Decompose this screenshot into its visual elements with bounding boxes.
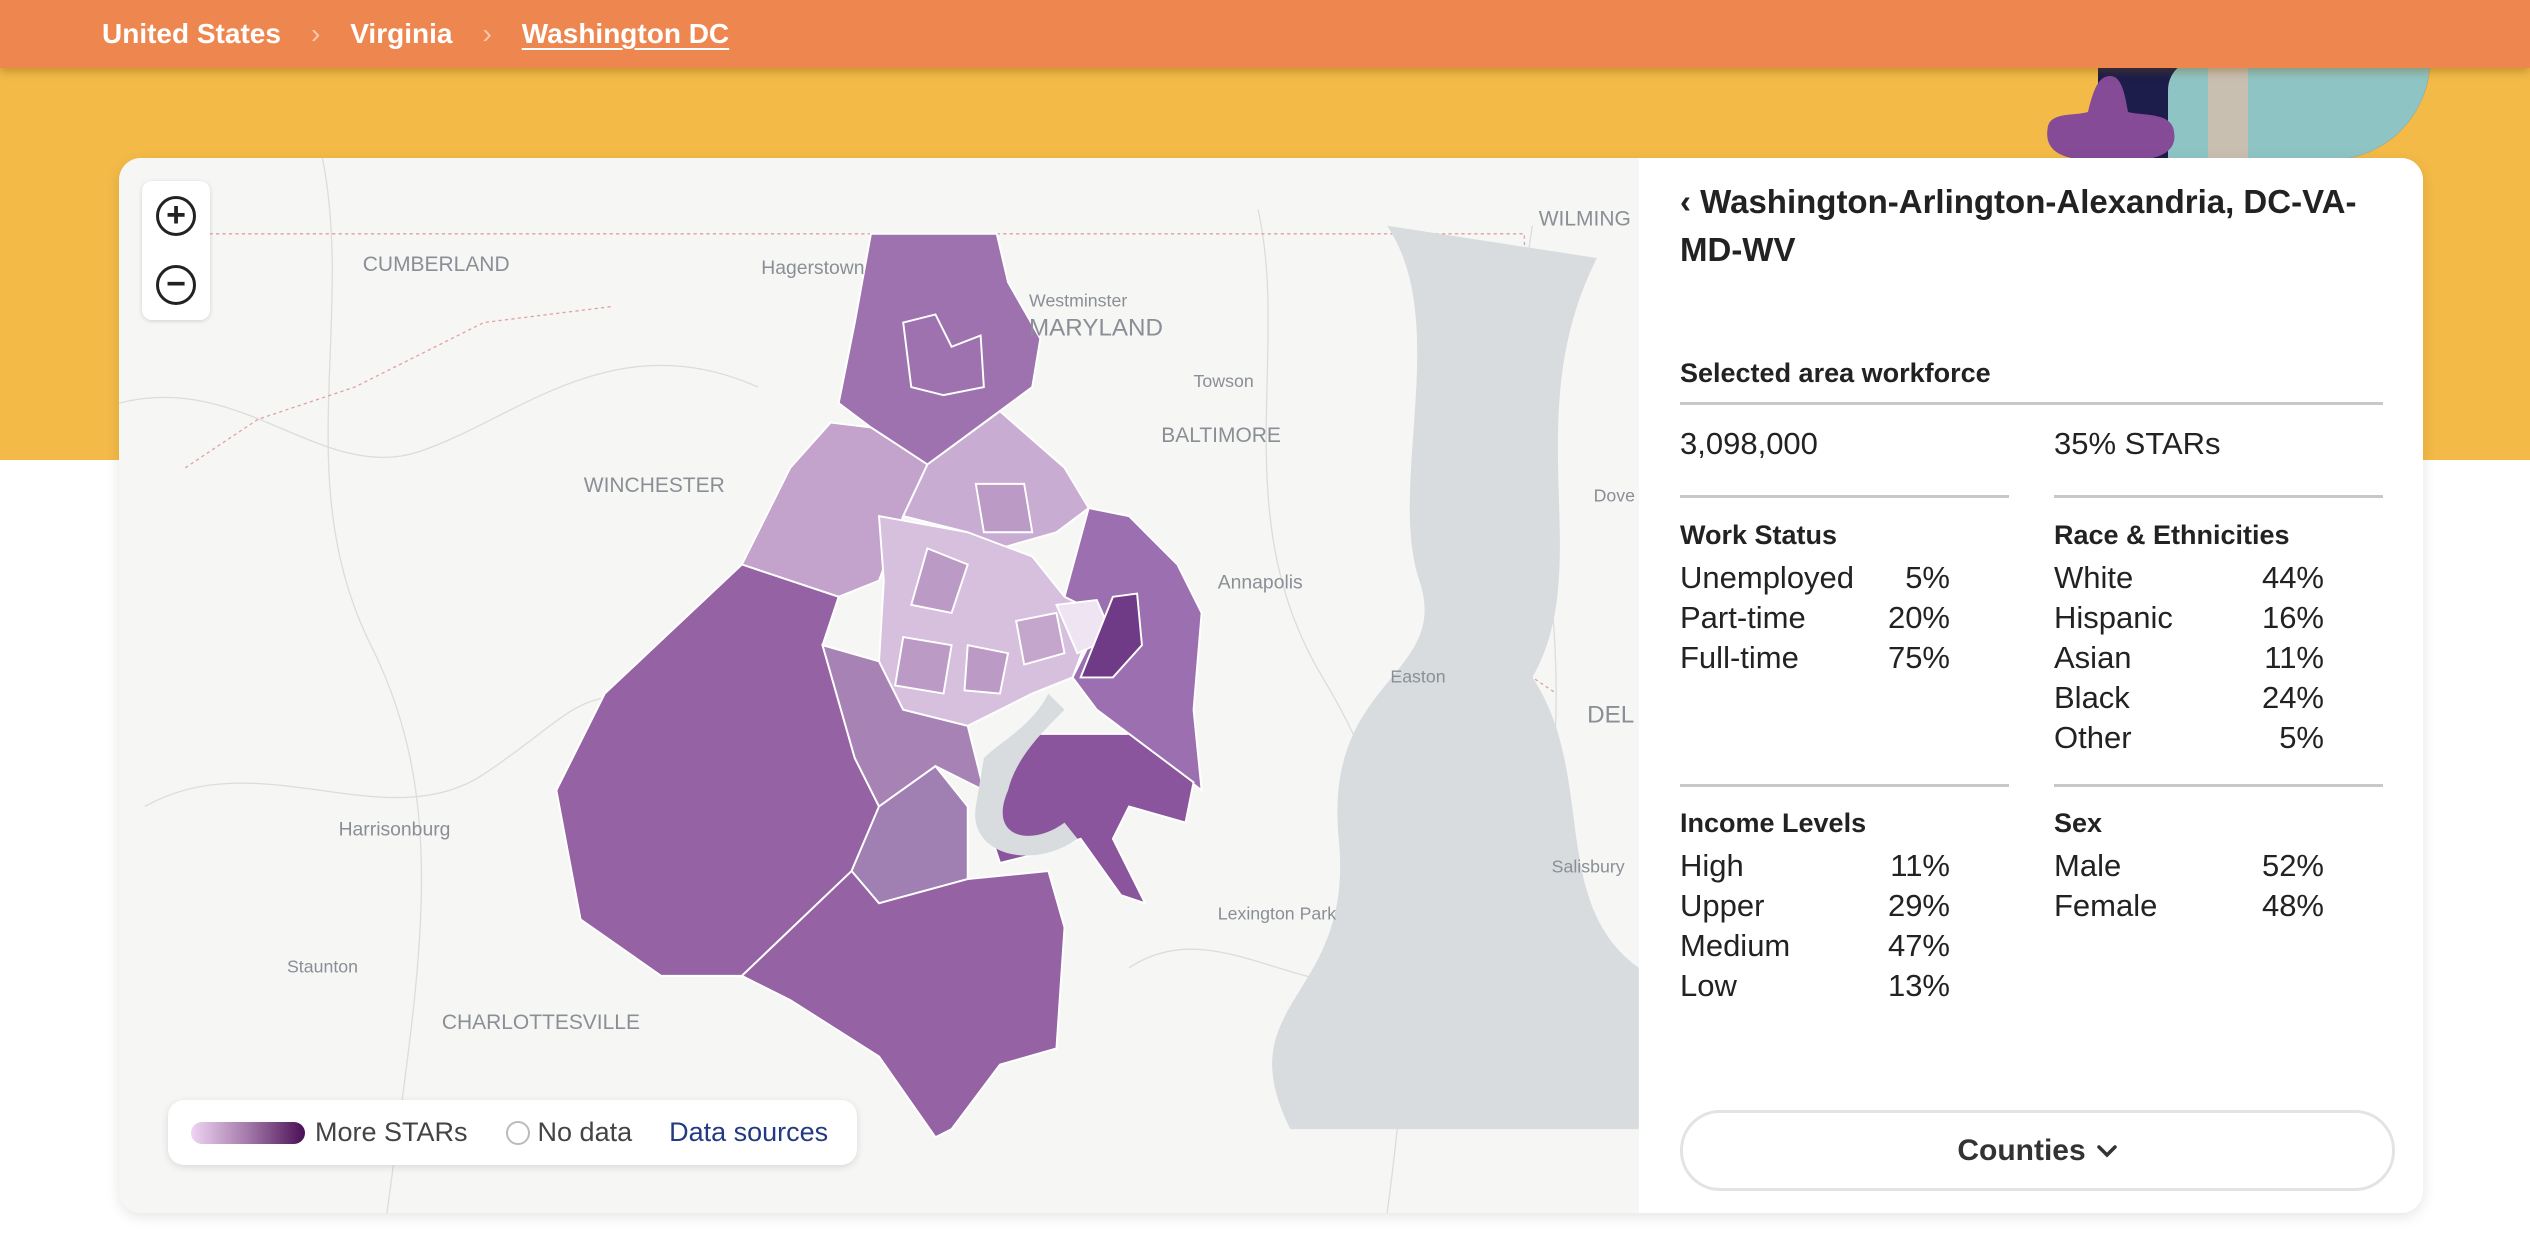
stat-row: Asian 11% xyxy=(2054,640,2324,675)
map-legend: More STARs No data Data sources xyxy=(168,1100,857,1165)
sex-section: Sex Male 52% Female 48% xyxy=(2054,808,2324,926)
map-label: WILMING xyxy=(1539,208,1631,231)
divider xyxy=(2054,784,2383,787)
counties-dropdown-button[interactable]: Counties xyxy=(1680,1110,2395,1191)
divider xyxy=(1680,495,2009,498)
plus-circle-icon: + xyxy=(156,195,196,236)
breadcrumb-united-states[interactable]: United States xyxy=(102,18,281,50)
map-label: CHARLOTTESVILLE xyxy=(442,1011,640,1034)
map-label: Westminster xyxy=(1029,290,1127,310)
map-label: MARYLAND xyxy=(1029,314,1163,341)
stat-row: Unemployed 5% xyxy=(1680,560,1950,595)
map-label: Lexington Park xyxy=(1218,903,1336,923)
choropleth-map[interactable]: CUMBERLAND Hagerstown Westminster MARYLA… xyxy=(119,158,1639,1213)
map-label: Salisbury xyxy=(1552,857,1625,877)
race-section: Race & Ethnicities White 44% Hispanic 16% … xyxy=(2054,520,2324,758)
stat-row: Hispanic 16% xyxy=(2054,600,2324,635)
stat-row: Other 5% xyxy=(2054,720,2324,755)
map-label: Easton xyxy=(1390,666,1445,686)
area-title[interactable]: ‹ Washington-Arlington-Alexandria, DC-VA… xyxy=(1680,178,2380,274)
map-label: Harrisonburg xyxy=(339,819,451,841)
map[interactable]: CUMBERLAND Hagerstown Westminster MARYLA… xyxy=(119,158,1639,1213)
stat-row: Black 24% xyxy=(2054,680,2324,715)
stat-row: White 44% xyxy=(2054,560,2324,595)
stat-row: Female 48% xyxy=(2054,888,2324,923)
map-label: Annapolis xyxy=(1218,572,1303,594)
chevron-right-icon: › xyxy=(310,18,321,49)
stat-row: High 11% xyxy=(1680,848,1950,883)
divider xyxy=(1680,402,2383,405)
stat-row: Part-time 20% xyxy=(1680,600,1950,635)
section-title: Work Status xyxy=(1680,520,1838,550)
chevron-down-icon xyxy=(2096,1144,2117,1157)
workforce-count: 3,098,000 xyxy=(1680,426,1818,461)
map-label: Towson xyxy=(1194,371,1254,391)
zoom-out-button[interactable]: − xyxy=(142,250,210,319)
map-label: DEL xyxy=(1587,702,1634,729)
income-section: Income Levels High 11% Upper 29% Medium 47%… xyxy=(1680,808,1950,1006)
section-title: Sex xyxy=(2054,808,2103,838)
work-status-section: Work Status Unemployed 5% Part-time 20% Fu… xyxy=(1680,520,1950,678)
no-data-swatch-icon xyxy=(505,1120,530,1145)
stat-row: Male 52% xyxy=(2054,848,2324,883)
breadcrumb-virginia[interactable]: Virginia xyxy=(350,18,452,50)
map-label: Hagerstown xyxy=(761,257,864,279)
map-label: BALTIMORE xyxy=(1161,424,1281,447)
divider xyxy=(2054,495,2383,498)
details-panel: ‹ Washington-Arlington-Alexandria, DC-VA… xyxy=(1639,158,2423,1213)
legend-no-data: No data xyxy=(537,1117,633,1147)
zoom-in-button[interactable]: + xyxy=(142,181,210,250)
legend-gradient xyxy=(191,1121,305,1144)
section-title: Race & Ethnicities xyxy=(2054,520,2290,550)
chevron-right-icon: › xyxy=(482,18,492,49)
chesapeake-bay xyxy=(1272,225,1639,1130)
decorative-blob xyxy=(2047,76,2175,160)
breadcrumb-washington-dc[interactable]: Washington DC xyxy=(522,18,729,50)
minus-circle-icon: − xyxy=(156,264,196,305)
stat-row: Upper 29% xyxy=(1680,888,1950,923)
map-label: Staunton xyxy=(287,957,358,977)
map-label: Dove xyxy=(1594,486,1636,506)
divider xyxy=(1680,784,2009,787)
legend-more-stars: More STARs xyxy=(315,1117,468,1147)
map-card: CUMBERLAND Hagerstown Westminster MARYLA… xyxy=(119,158,2423,1213)
selected-area-label: Selected area workforce xyxy=(1680,358,1991,388)
stat-row: Full-time 75% xyxy=(1680,640,1950,675)
stat-row: Low 13% xyxy=(1680,968,1950,1003)
map-label: CUMBERLAND xyxy=(363,253,510,276)
back-chevron-icon[interactable]: ‹ xyxy=(1680,183,1691,220)
breadcrumb: United States › Virginia › Washington DC xyxy=(0,0,2530,68)
stat-row: Medium 47% xyxy=(1680,928,1950,963)
area-title-text: Washington-Arlington-Alexandria, DC-VA-M… xyxy=(1680,183,2357,268)
stars-percent: 35% STARs xyxy=(2054,426,2221,461)
counties-label: Counties xyxy=(1957,1133,2086,1167)
zoom-controls: + − xyxy=(142,181,210,320)
map-label: WINCHESTER xyxy=(584,474,725,497)
data-sources-link[interactable]: Data sources xyxy=(669,1117,828,1148)
section-title: Income Levels xyxy=(1680,808,1867,838)
